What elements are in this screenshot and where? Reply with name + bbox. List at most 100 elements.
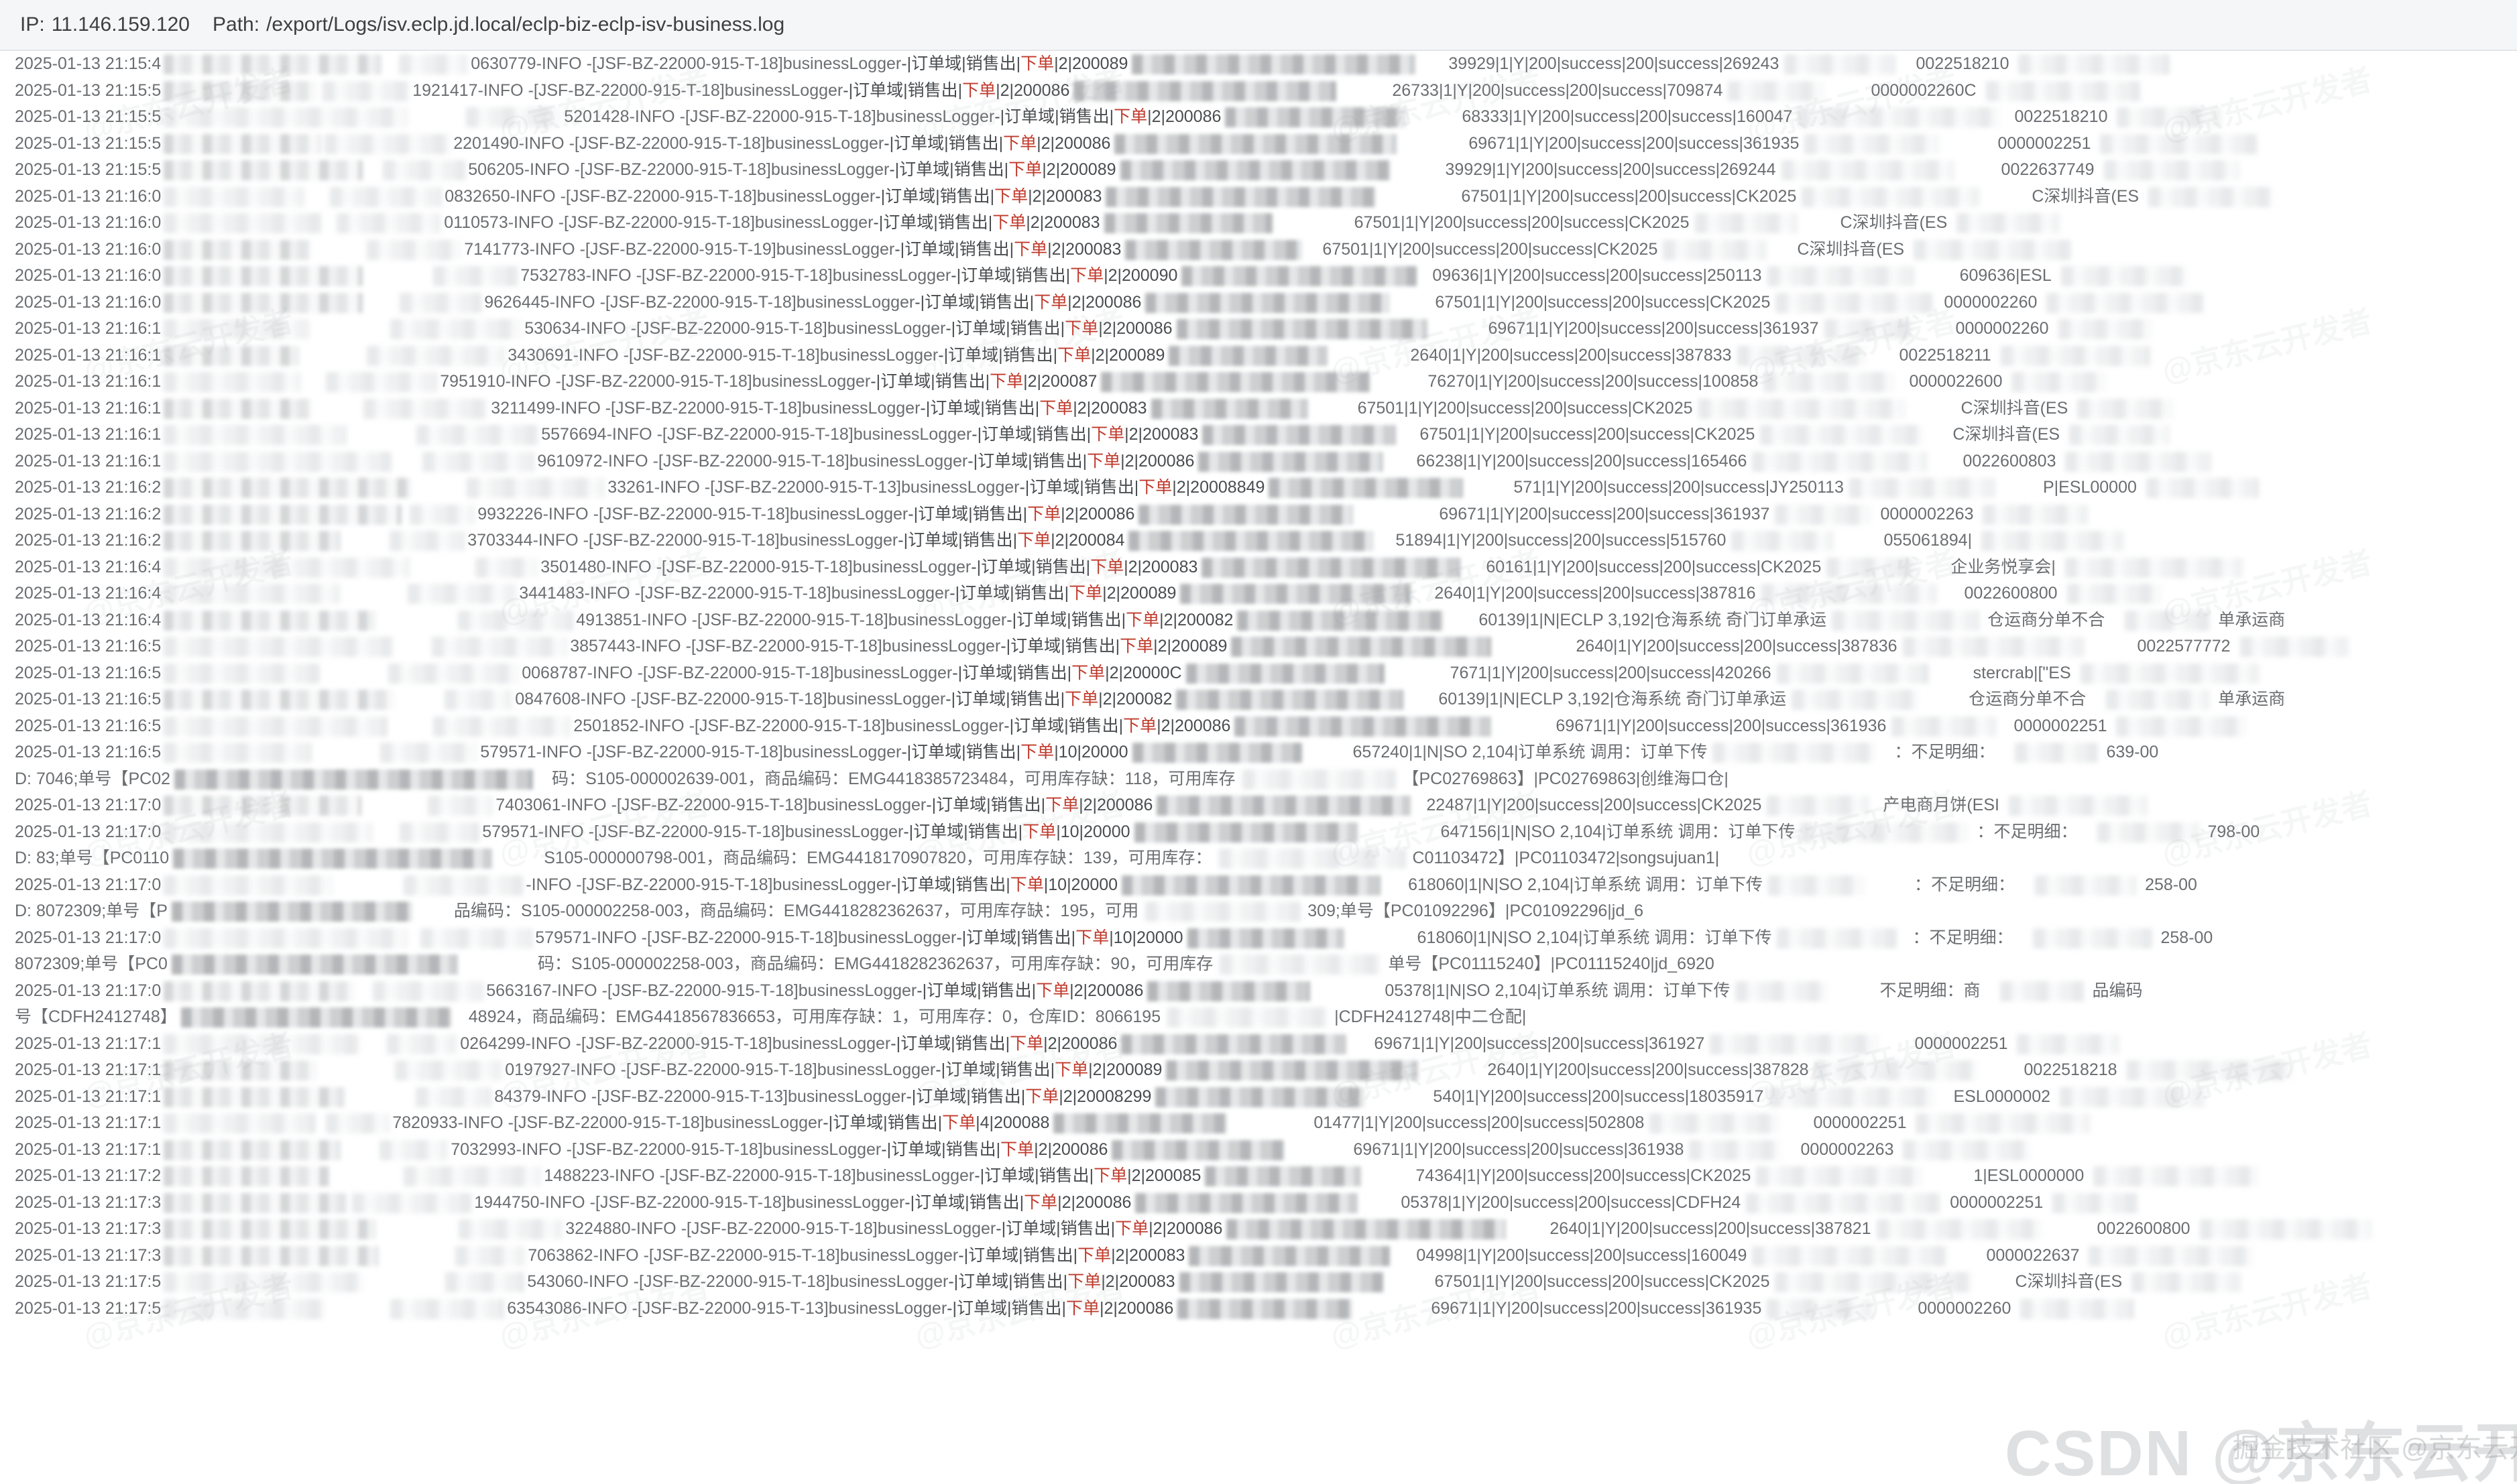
log-line[interactable]: 2025-01-13 21:15:5 5201428-INFO - [JSF-BZ… [0, 104, 2517, 131]
log-line[interactable]: 2025-01-13 21:17:0 579571-INFO - [JSF-BZ-… [0, 819, 2517, 846]
log-right-id: ：不足明细： [1912, 928, 2013, 947]
log-status-chain: |1|Y|200|success|200|success|165466 [1462, 451, 1747, 471]
log-line[interactable]: 2025-01-13 21:17:1 84379-INFO - [JSF-BZ-2… [0, 1084, 2517, 1111]
log-line[interactable]: 2025-01-13 21:17:3 1944750-INFO - [JSF-BZ… [0, 1190, 2517, 1217]
log-channel-code: |2|200082 [1098, 690, 1173, 708]
log-line[interactable]: 号【CDFH2412748】 48924，商品编码：EMG441856783665… [0, 1004, 2517, 1031]
log-logger-name: businessLogger [787, 1087, 906, 1106]
log-biz-domain: -|订单域|销售出| [945, 690, 1065, 708]
log-line[interactable]: 2025-01-13 21:16:4 4913851-INFO - [JSF-BZ… [0, 607, 2517, 634]
log-line[interactable]: 2025-01-13 21:16:1 7951910-INFO - [JSF-BZ… [0, 369, 2517, 395]
log-thread-name: [JSF-BZ-22000-915-T-18] [685, 107, 876, 126]
log-line[interactable]: 2025-01-13 21:16:5 579571-INFO - [JSF-BZ-… [0, 739, 2517, 766]
log-line[interactable]: 2025-01-13 21:17:2 1488223-INFO - [JSF-BZ… [0, 1163, 2517, 1190]
log-line[interactable]: 2025-01-13 21:17:1 0264299-INFO - [JSF-BZ… [0, 1031, 2517, 1058]
log-line[interactable]: 2025-01-13 21:16:0 7141773-INFO - [JSF-BZ… [0, 237, 2517, 263]
log-logger-name: businessLogger [827, 690, 946, 708]
redacted-segment [1767, 796, 1870, 816]
log-thread-name: [JSF-BZ-22000-915-T-18] [565, 186, 757, 206]
log-action-keyword: 下单 [1067, 1272, 1102, 1291]
ip-label: IP: [20, 13, 45, 36]
redacted-segment [1237, 610, 1444, 631]
log-line[interactable]: 2025-01-13 21:17:0 579571-INFO - [JSF-BZ-… [0, 925, 2517, 952]
log-line[interactable]: 2025-01-13 21:17:5 63543086-INFO - [JSF-B… [0, 1296, 2517, 1322]
log-line[interactable]: 2025-01-13 21:17:3 7063862-INFO - [JSF-BZ… [0, 1243, 2517, 1270]
redacted-segment [164, 822, 373, 843]
log-logger-name: businessLogger [831, 584, 950, 603]
log-line[interactable]: 2025-01-13 21:17:3 3224880-INFO - [JSF-BZ… [0, 1216, 2517, 1243]
redacted-segment [164, 133, 321, 154]
log-right-id: 0022637749 [2001, 160, 2095, 179]
log-line[interactable]: 2025-01-13 21:17:0 5663167-INFO - [JSF-BZ… [0, 978, 2517, 1005]
log-line[interactable]: 2025-01-13 21:17:5 543060-INFO - [JSF-BZ-… [0, 1269, 2517, 1296]
log-line[interactable]: 2025-01-13 21:15:4 0630779-INFO - [JSF-BZ… [0, 51, 2517, 78]
log-order-id: 22487 [1426, 796, 1473, 814]
log-line[interactable]: 2025-01-13 21:16:0 7532783-INFO - [JSF-BZ… [0, 263, 2517, 290]
log-timestamp: 2025-01-13 21:17:0 [15, 875, 162, 894]
log-line[interactable]: 2025-01-13 21:17:0 -INFO - [JSF-BZ-22000-… [0, 872, 2517, 899]
redacted-segment [1185, 663, 1385, 684]
log-thread-name: [JSF-BZ-22000-915-T-13] [597, 1087, 788, 1106]
log-channel-code: |2|200082 [1159, 610, 1234, 629]
redacted-segment [2060, 1087, 2205, 1107]
log-line[interactable]: D: 8072309;单号【P 品编码：S105-000002258-003，商品… [0, 898, 2517, 925]
log-status-chain: |1|Y|200|success|200|success|CK2025 [1481, 1272, 1770, 1291]
log-line[interactable]: 2025-01-13 21:17:1 7032993-INFO - [JSF-BZ… [0, 1137, 2517, 1164]
log-status-chain: |1|Y|200|success|200|success|CDFH24 [1447, 1192, 1741, 1212]
log-order-id: 69671 [1439, 504, 1486, 523]
log-line[interactable]: 2025-01-13 21:16:0 0110573-INFO - [JSF-BZ… [0, 210, 2517, 237]
log-order-id: 60139 [1478, 610, 1525, 629]
log-line[interactable]: 2025-01-13 21:16:1 9610972-INFO - [JSF-BZ… [0, 448, 2517, 475]
log-logger-name: businessLogger [837, 928, 957, 947]
redacted-segment [2033, 928, 2153, 948]
log-line[interactable]: 2025-01-13 21:16:5 2501852-INFO - [JSF-BZ… [0, 713, 2517, 740]
log-line[interactable]: 2025-01-13 21:15:5 2201490-INFO - [JSF-BZ… [0, 131, 2517, 158]
log-line[interactable]: 2025-01-13 21:16:5 0847608-INFO - [JSF-BZ… [0, 686, 2517, 713]
log-line[interactable]: 2025-01-13 21:17:1 0197927-INFO - [JSF-BZ… [0, 1057, 2517, 1084]
inventory-line-prefix: D: 83;单号【PC0110 [15, 849, 170, 867]
redacted-segment [164, 610, 376, 631]
log-line[interactable]: 2025-01-13 21:16:2 9932226-INFO - [JSF-BZ… [0, 501, 2517, 528]
log-line[interactable]: 2025-01-13 21:16:5 0068787-INFO - [JSF-BZ… [0, 660, 2517, 687]
log-line[interactable]: 8072309;单号【PC0 码：S105-000002258-003，商品编码：… [0, 951, 2517, 978]
redacted-segment [1731, 531, 1834, 551]
redacted-segment [395, 1060, 503, 1080]
log-line[interactable]: 2025-01-13 21:16:2 3703344-INFO - [JSF-BZ… [0, 528, 2517, 554]
log-line[interactable]: 2025-01-13 21:17:1 7820933-INFO - [JSF-BZ… [0, 1110, 2517, 1137]
redacted-segment [1712, 743, 1875, 763]
log-logger-name: businessLogger [885, 716, 1004, 735]
log-status-chain: |1|N|SO 2,104|订单系统 调用：订单下传 [1408, 743, 1708, 761]
log-line[interactable]: 2025-01-13 21:16:1 3211499-INFO - [JSF-BZ… [0, 395, 2517, 422]
log-line[interactable]: 2025-01-13 21:16:1 5576694-INFO - [JSF-BZ… [0, 422, 2517, 448]
log-logger-name: businessLogger [770, 160, 890, 179]
log-thread-name: [JSF-BZ-22000-915-T-18] [648, 1245, 840, 1265]
log-line[interactable]: 2025-01-13 21:15:5 1921417-INFO - [JSF-BZ… [0, 78, 2517, 105]
log-line[interactable]: 2025-01-13 21:16:0 0832650-INFO - [JSF-BZ… [0, 184, 2517, 210]
log-line[interactable]: 2025-01-13 21:16:1 3430691-INFO - [JSF-BZ… [0, 343, 2517, 369]
log-thread-name: [JSF-BZ-22000-915-T-19] [585, 239, 776, 259]
log-line[interactable]: 2025-01-13 21:16:4 3501480-INFO - [JSF-BZ… [0, 554, 2517, 581]
log-right-id: 0000002260 [1955, 319, 2049, 338]
log-line[interactable]: 2025-01-13 21:16:5 3857443-INFO - [JSF-BZ… [0, 633, 2517, 660]
redacted-segment [416, 425, 539, 445]
log-line[interactable]: 2025-01-13 21:16:4 3441483-INFO - [JSF-BZ… [0, 580, 2517, 607]
inventory-code-label: 码： [552, 769, 586, 788]
log-right-id: 0022518218 [2024, 1060, 2117, 1079]
redacted-segment [373, 981, 484, 1001]
log-trace-and-level: 63543086-INFO - [507, 1298, 638, 1318]
log-timestamp: 2025-01-13 21:17:3 [15, 1245, 162, 1265]
log-thread-name: [JSF-BZ-22000-915-T-18] [513, 1113, 705, 1132]
log-biz-domain: -|订单域|销售出| [996, 1219, 1116, 1238]
log-line[interactable]: 2025-01-13 21:16:0 9626445-INFO - [JSF-BZ… [0, 290, 2517, 316]
log-line[interactable]: D: 7046;单号【PC02 码：S105-000002639-001，商品编码… [0, 766, 2517, 793]
redacted-segment [2035, 875, 2138, 895]
log-line[interactable]: 2025-01-13 21:16:2 33261-INFO - [JSF-BZ-2… [0, 475, 2517, 501]
log-line[interactable]: D: 83;单号【PC0110 S105-000000798-001，商品编码：E… [0, 845, 2517, 872]
log-line[interactable]: 2025-01-13 21:17:0 7403061-INFO - [JSF-BZ… [0, 792, 2517, 819]
log-line[interactable]: 2025-01-13 21:16:1 530634-INFO - [JSF-BZ-… [0, 316, 2517, 343]
inventory-order-ref: 【PC02769863】|PC02769863|创维海口仓| [1402, 769, 1729, 788]
log-line[interactable]: 2025-01-13 21:15:5 506205-INFO - [JSF-BZ-… [0, 157, 2517, 184]
log-content-area[interactable]: 2025-01-13 21:15:4 0630779-INFO - [JSF-BZ… [0, 51, 2517, 1484]
log-timestamp: 2025-01-13 21:16:2 [15, 478, 162, 497]
redacted-segment [1112, 1139, 1285, 1160]
